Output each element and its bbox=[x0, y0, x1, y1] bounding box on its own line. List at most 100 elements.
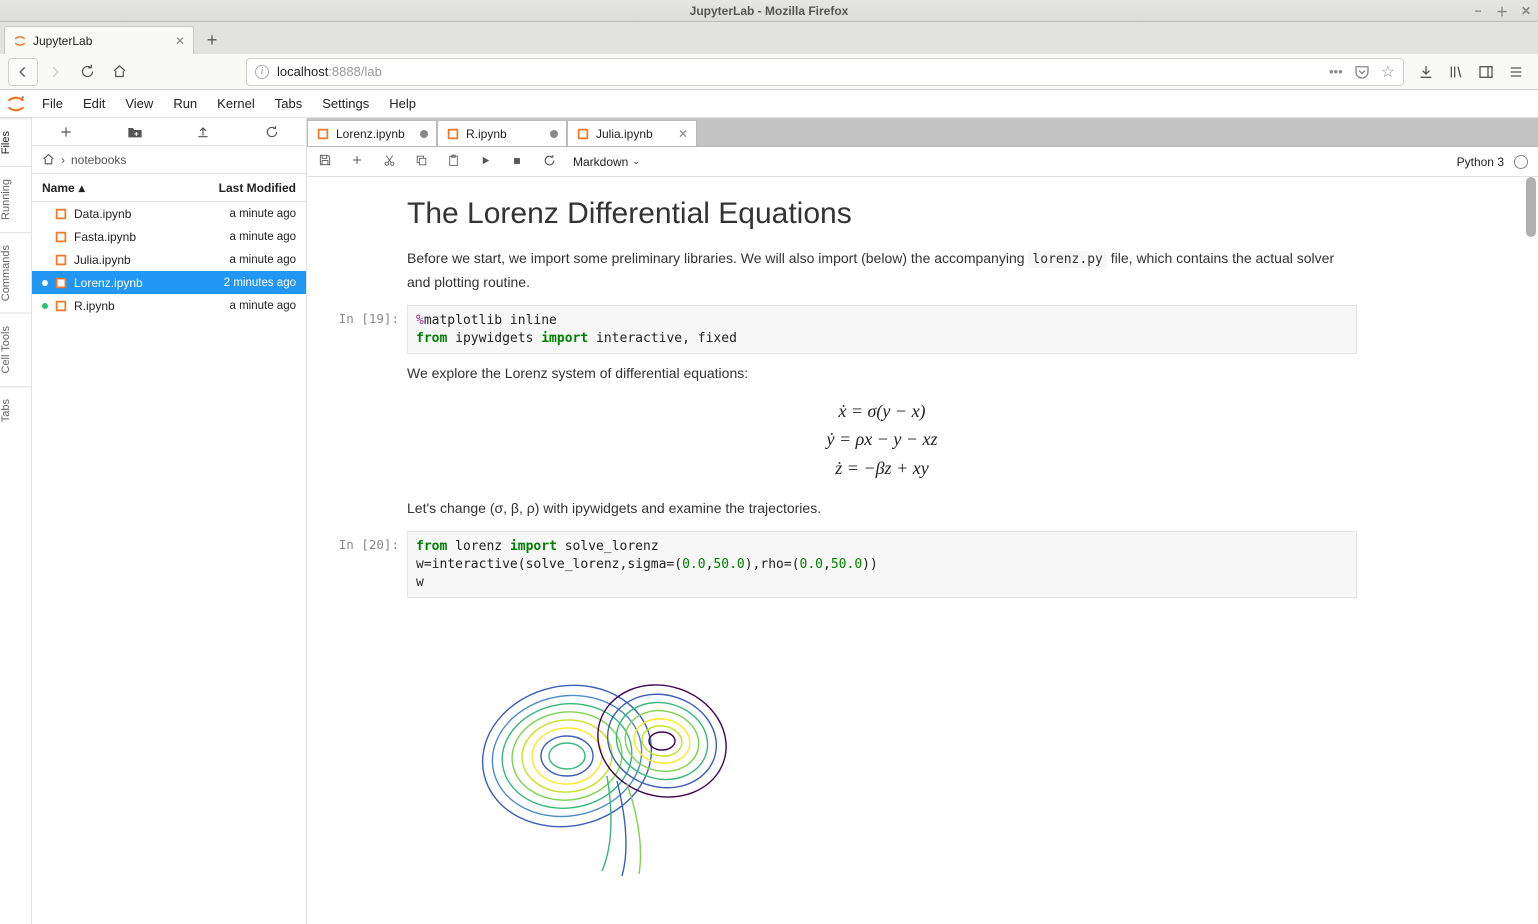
input-prompt: In [20]: bbox=[337, 531, 407, 598]
cut-button[interactable] bbox=[381, 154, 397, 170]
menu-kernel[interactable]: Kernel bbox=[207, 90, 265, 118]
chevron-down-icon: ⌄ bbox=[632, 156, 640, 167]
rail-tab-tabs[interactable]: Tabs bbox=[0, 386, 31, 434]
library-icon[interactable] bbox=[1448, 64, 1464, 80]
code-input[interactable]: from lorenz import solve_lorenz w=intera… bbox=[407, 531, 1357, 598]
window-title: JupyterLab - Mozilla Firefox bbox=[690, 4, 849, 18]
rail-tab-commands[interactable]: Commands bbox=[0, 232, 31, 313]
new-tab-button[interactable]: + bbox=[198, 26, 226, 54]
document-tabs: Lorenz.ipynbR.ipynbJulia.ipynb✕ bbox=[307, 118, 1538, 146]
browser-tab-label: JupyterLab bbox=[33, 34, 92, 48]
bookmark-icon[interactable]: ☆ bbox=[1381, 62, 1395, 82]
left-rail: FilesRunningCommandsCell ToolsTabs bbox=[0, 118, 32, 924]
refresh-button[interactable] bbox=[238, 118, 307, 145]
explore-text: We explore the Lorenz system of differen… bbox=[407, 362, 1357, 384]
file-row[interactable]: R.ipynba minute ago bbox=[32, 294, 306, 317]
menu-help[interactable]: Help bbox=[379, 90, 426, 118]
menu-view[interactable]: View bbox=[115, 90, 163, 118]
breadcrumb-item[interactable]: notebooks bbox=[71, 153, 126, 167]
kernel-name[interactable]: Python 3 bbox=[1457, 155, 1504, 169]
save-button[interactable] bbox=[317, 153, 333, 170]
file-modified: 2 minutes ago bbox=[224, 277, 296, 289]
menu-tabs[interactable]: Tabs bbox=[265, 90, 312, 118]
home-button[interactable] bbox=[104, 58, 134, 86]
tab-close-icon[interactable]: ✕ bbox=[175, 34, 185, 48]
file-row[interactable]: Fasta.ipynb a minute ago bbox=[32, 225, 306, 248]
main-area: Lorenz.ipynbR.ipynbJulia.ipynb✕ Markdown… bbox=[307, 118, 1538, 924]
menu-run[interactable]: Run bbox=[163, 90, 207, 118]
file-modified: a minute ago bbox=[230, 231, 297, 243]
home-icon[interactable] bbox=[42, 153, 55, 166]
intro-text: Before we start, we import some prelimin… bbox=[407, 247, 1357, 293]
input-prompt: In [19]: bbox=[337, 305, 407, 354]
reload-button[interactable] bbox=[72, 58, 102, 86]
page-info-icon[interactable]: i bbox=[255, 65, 269, 79]
browser-tab[interactable]: JupyterLab ✕ bbox=[4, 26, 194, 54]
running-indicator-icon bbox=[42, 303, 48, 309]
output-area bbox=[407, 606, 1357, 889]
notebook-title: The Lorenz Differential Equations bbox=[407, 197, 1357, 231]
notebook-panel: Markdown ⌄ Python 3 The Lorenz Different… bbox=[307, 146, 1538, 924]
menu-file[interactable]: File bbox=[32, 90, 73, 118]
menu-edit[interactable]: Edit bbox=[73, 90, 115, 118]
maximize-icon[interactable]: ＋ bbox=[1496, 5, 1508, 17]
markdown-cell[interactable]: The Lorenz Differential Equations Before… bbox=[407, 197, 1357, 293]
lorenz-attractor-plot bbox=[457, 636, 777, 886]
minimize-icon[interactable]: − bbox=[1472, 5, 1484, 17]
jupyterlab-shell: FileEditViewRunKernelTabsSettingsHelp Fi… bbox=[0, 90, 1538, 924]
file-modified: a minute ago bbox=[230, 254, 297, 266]
markdown-cell[interactable]: We explore the Lorenz system of differen… bbox=[407, 362, 1357, 519]
rail-tab-running[interactable]: Running bbox=[0, 166, 31, 232]
rail-tab-files[interactable]: Files bbox=[0, 118, 31, 166]
dirty-indicator-icon bbox=[420, 130, 428, 138]
downloads-icon[interactable] bbox=[1418, 64, 1434, 80]
close-tab-icon[interactable]: ✕ bbox=[678, 127, 688, 141]
back-button[interactable] bbox=[8, 58, 38, 86]
notebook-toolbar: Markdown ⌄ Python 3 bbox=[307, 147, 1538, 177]
paste-button[interactable] bbox=[445, 154, 461, 170]
document-tab[interactable]: Julia.ipynb✕ bbox=[567, 120, 697, 146]
file-modified: a minute ago bbox=[230, 208, 297, 220]
hamburger-menu-icon[interactable] bbox=[1508, 64, 1524, 80]
sidebar-icon[interactable] bbox=[1478, 64, 1494, 80]
file-row[interactable]: Data.ipynb a minute ago bbox=[32, 202, 306, 225]
code-input[interactable]: %matplotlib inline from ipywidgets impor… bbox=[407, 305, 1357, 354]
new-launcher-button[interactable] bbox=[32, 118, 101, 145]
kernel-status-icon[interactable] bbox=[1514, 155, 1528, 169]
url-text: localhost:8888/lab bbox=[277, 64, 382, 79]
file-browser: › notebooks Name ▴ Last Modified Data.ip… bbox=[32, 118, 307, 924]
file-name: Data.ipynb bbox=[74, 207, 224, 221]
notebook-content[interactable]: The Lorenz Differential Equations Before… bbox=[307, 177, 1538, 924]
page-actions-icon[interactable]: ••• bbox=[1329, 64, 1343, 79]
file-list-header[interactable]: Name ▴ Last Modified bbox=[32, 174, 306, 202]
breadcrumb[interactable]: › notebooks bbox=[32, 146, 306, 174]
copy-button[interactable] bbox=[413, 154, 429, 170]
rail-tab-cell-tools[interactable]: Cell Tools bbox=[0, 313, 31, 386]
add-cell-button[interactable] bbox=[349, 154, 365, 169]
sort-icon: ▴ bbox=[79, 181, 85, 195]
code-cell[interactable]: In [19]: %matplotlib inline from ipywidg… bbox=[407, 305, 1357, 354]
document-tab[interactable]: Lorenz.ipynb bbox=[307, 120, 437, 146]
code-cell[interactable]: In [20]: from lorenz import solve_lorenz… bbox=[407, 531, 1357, 598]
file-row[interactable]: Julia.ipynba minute ago bbox=[32, 248, 306, 271]
pocket-icon[interactable] bbox=[1353, 63, 1371, 81]
menu-settings[interactable]: Settings bbox=[312, 90, 379, 118]
new-folder-button[interactable] bbox=[101, 118, 170, 145]
jupyter-logo[interactable] bbox=[0, 90, 32, 118]
browser-tab-strip: JupyterLab ✕ + bbox=[0, 22, 1538, 54]
forward-button[interactable] bbox=[40, 58, 70, 86]
stop-button[interactable] bbox=[509, 155, 525, 169]
url-bar[interactable]: i localhost:8888/lab ••• ☆ bbox=[246, 58, 1404, 86]
file-name: Fasta.ipynb bbox=[74, 230, 224, 244]
restart-button[interactable] bbox=[541, 154, 557, 170]
cell-type-selector[interactable]: Markdown ⌄ bbox=[573, 155, 640, 169]
document-tab[interactable]: R.ipynb bbox=[437, 120, 567, 146]
file-row[interactable]: Lorenz.ipynb 2 minutes ago bbox=[32, 271, 306, 294]
scrollbar-thumb[interactable] bbox=[1526, 177, 1536, 237]
file-name: Lorenz.ipynb bbox=[74, 276, 218, 290]
running-indicator-icon bbox=[42, 234, 48, 240]
close-icon[interactable]: ✕ bbox=[1520, 5, 1532, 17]
run-button[interactable] bbox=[477, 155, 493, 169]
os-titlebar: JupyterLab - Mozilla Firefox − ＋ ✕ bbox=[0, 0, 1538, 22]
upload-button[interactable] bbox=[169, 118, 238, 145]
